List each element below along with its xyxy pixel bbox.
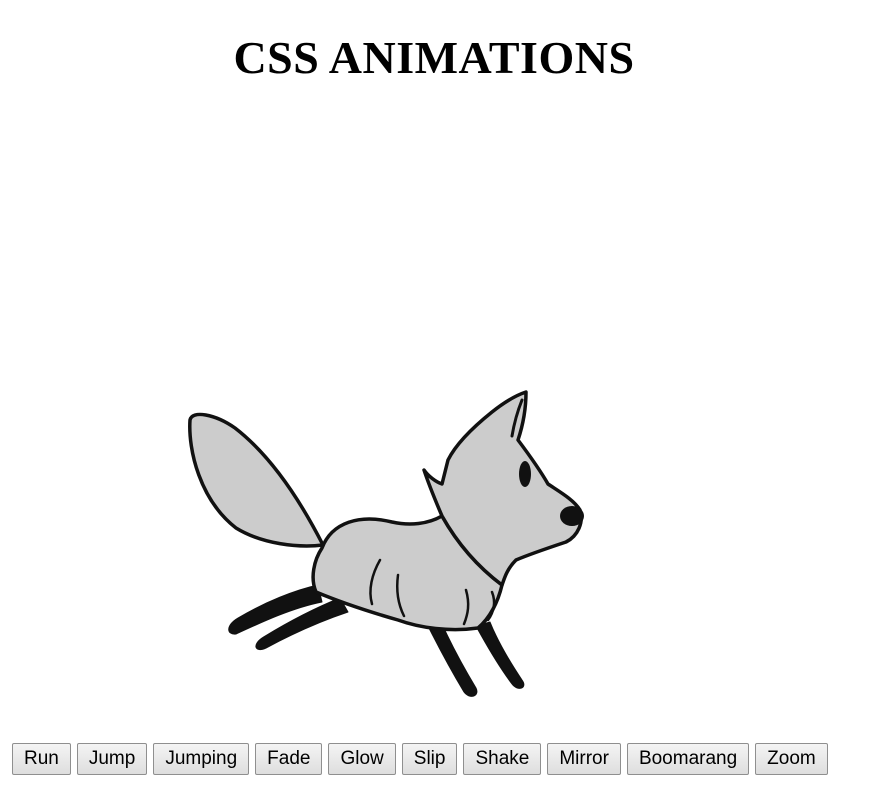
page-title: CSS ANIMATIONS [233,32,635,83]
run-button[interactable]: Run [12,743,71,775]
fade-button[interactable]: Fade [255,743,323,775]
glow-button[interactable]: Glow [328,743,396,775]
boomarang-button[interactable]: Boomarang [626,743,750,775]
jump-button[interactable]: Jump [76,743,148,775]
shake-button[interactable]: Shake [463,743,542,775]
animation-stage [0,100,884,730]
fox-illustration [188,390,584,697]
animation-controls: Run Jump Jumping Fade Glow Slip Shake Mi… [12,743,828,775]
fox-eye [519,461,531,487]
jumping-button[interactable]: Jumping [153,743,250,775]
zoom-button[interactable]: Zoom [755,743,828,775]
mirror-button[interactable]: Mirror [547,743,621,775]
fox-nose [560,506,584,526]
fox-front-legs [427,621,525,697]
fox-tail [188,412,325,548]
slip-button[interactable]: Slip [401,743,458,775]
